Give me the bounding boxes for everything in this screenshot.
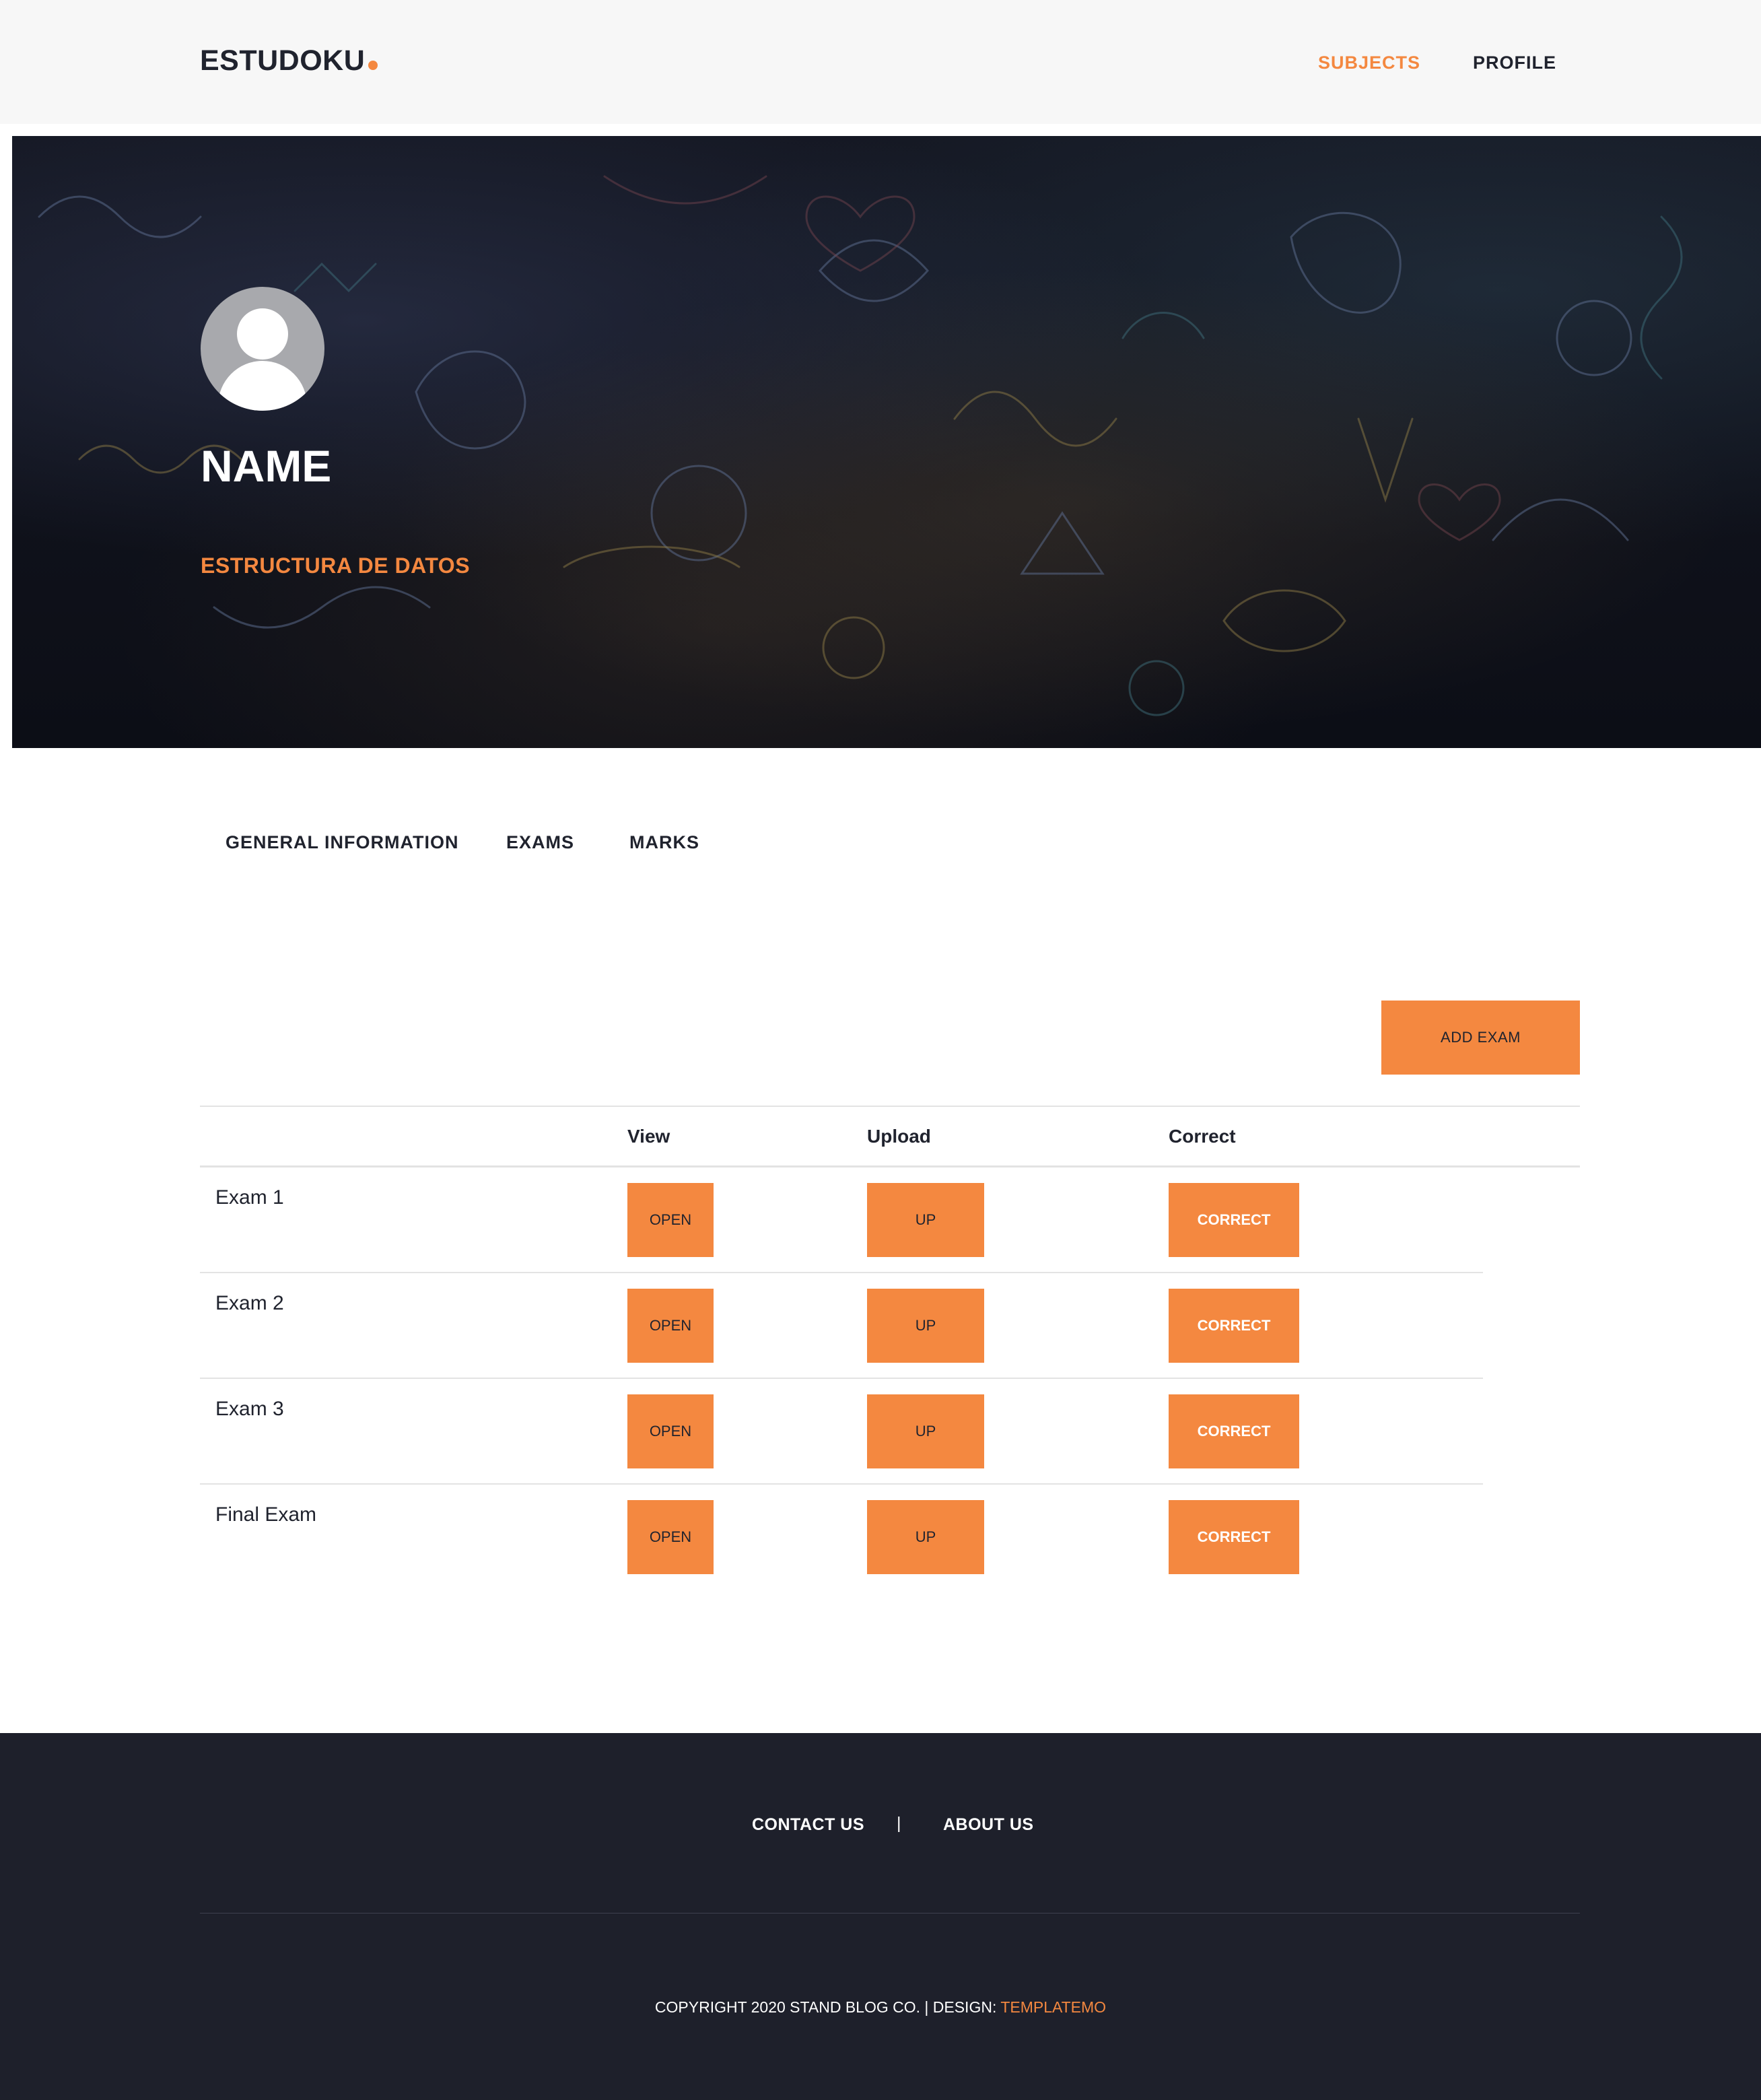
- add-exam-button[interactable]: ADD EXAM: [1381, 1001, 1580, 1075]
- nav-subjects[interactable]: SUBJECTS: [1318, 53, 1420, 73]
- row-divider: [200, 1483, 1483, 1485]
- avatar-body-icon: [218, 361, 307, 411]
- tab-general-information[interactable]: GENERAL INFORMATION: [226, 832, 459, 853]
- exam-name: Exam 1: [215, 1186, 284, 1209]
- nav-profile[interactable]: PROFILE: [1473, 53, 1556, 73]
- row-divider: [200, 1272, 1483, 1273]
- open-button[interactable]: OPEN: [627, 1500, 714, 1574]
- footer-contact-link[interactable]: CONTACT US: [752, 1815, 864, 1835]
- table-header-border: [200, 1165, 1580, 1167]
- upload-button[interactable]: UP: [867, 1500, 984, 1574]
- site-header: ESTUDOKU SUBJECTS PROFILE: [0, 0, 1761, 124]
- logo-dot-icon: [368, 61, 378, 70]
- upload-button[interactable]: UP: [867, 1289, 984, 1363]
- correct-button[interactable]: CORRECT: [1169, 1289, 1299, 1363]
- templatemo-link[interactable]: TEMPLATEMO: [1000, 1998, 1106, 2016]
- avatar-head-icon: [237, 308, 288, 360]
- copyright-text: COPYRIGHT 2020 STAND BLOG CO. | DESIGN: …: [0, 1998, 1761, 2017]
- tab-exams[interactable]: EXAMS: [506, 832, 574, 853]
- logo-text: ESTUDOKU: [200, 44, 366, 77]
- footer-separator: |: [897, 1814, 901, 1833]
- correct-button[interactable]: CORRECT: [1169, 1394, 1299, 1468]
- site-footer: CONTACT US | ABOUT US COPYRIGHT 2020 STA…: [0, 1733, 1761, 2100]
- open-button[interactable]: OPEN: [627, 1183, 714, 1257]
- exam-name: Final Exam: [215, 1503, 317, 1526]
- copyright-prefix: COPYRIGHT 2020 STAND BLOG CO. | DESIGN:: [654, 1998, 1001, 2016]
- upload-button[interactable]: UP: [867, 1394, 984, 1468]
- column-header-upload: Upload: [867, 1126, 931, 1147]
- open-button[interactable]: OPEN: [627, 1289, 714, 1363]
- subject-title: ESTRUCTURA DE DATOS: [201, 553, 471, 578]
- footer-about-link[interactable]: ABOUT US: [943, 1815, 1034, 1835]
- tab-marks[interactable]: MARKS: [629, 832, 699, 853]
- site-logo[interactable]: ESTUDOKU: [200, 44, 378, 77]
- row-divider: [200, 1378, 1483, 1379]
- student-name: NAME: [201, 441, 332, 491]
- upload-button[interactable]: UP: [867, 1183, 984, 1257]
- table-top-border: [200, 1106, 1580, 1107]
- hero-banner: NAME ESTRUCTURA DE DATOS: [12, 136, 1761, 748]
- column-header-correct: Correct: [1169, 1126, 1236, 1147]
- avatar: [201, 287, 324, 411]
- correct-button[interactable]: CORRECT: [1169, 1500, 1299, 1574]
- column-header-view: View: [627, 1126, 670, 1147]
- open-button[interactable]: OPEN: [627, 1394, 714, 1468]
- correct-button[interactable]: CORRECT: [1169, 1183, 1299, 1257]
- exam-name: Exam 3: [215, 1398, 284, 1420]
- exam-name: Exam 2: [215, 1292, 284, 1314]
